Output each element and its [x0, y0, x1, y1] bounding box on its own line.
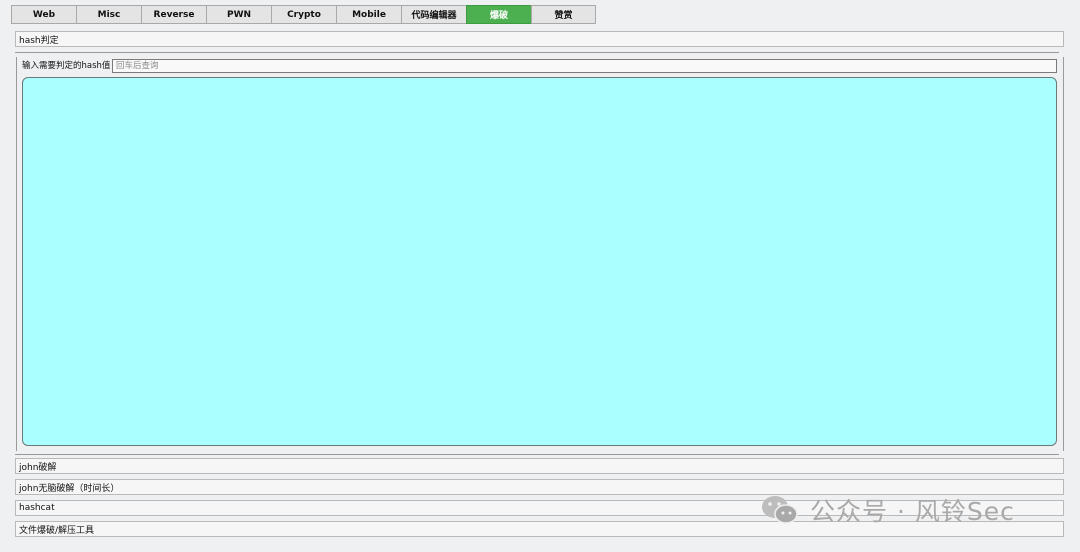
section-divider-top	[15, 52, 1059, 53]
tab-mobile[interactable]: Mobile	[336, 5, 401, 24]
tab-web[interactable]: Web	[11, 5, 76, 24]
tab-code-editor[interactable]: 代码编辑器	[401, 5, 466, 24]
tab-pwn[interactable]: PWN	[206, 5, 271, 24]
section-header-john-crack[interactable]: john破解	[15, 458, 1064, 474]
hash-input-label: 输入需要判定的hash值	[22, 61, 111, 71]
tab-brute-force[interactable]: 爆破	[466, 5, 531, 24]
section-header-hashcat[interactable]: hashcat	[15, 500, 1064, 516]
tab-misc[interactable]: Misc	[76, 5, 141, 24]
hash-result-area[interactable]	[22, 77, 1057, 446]
app-window: Web Misc Reverse PWN Crypto Mobile 代码编辑器…	[0, 0, 1080, 552]
section-header-hash-judge[interactable]: hash判定	[15, 31, 1064, 47]
hash-input[interactable]	[112, 59, 1057, 73]
tab-donate[interactable]: 赞赏	[531, 5, 596, 24]
tab-reverse[interactable]: Reverse	[141, 5, 206, 24]
tab-bar: Web Misc Reverse PWN Crypto Mobile 代码编辑器…	[11, 5, 596, 24]
section-divider-bottom	[15, 454, 1059, 455]
section-header-file-crack[interactable]: 文件爆破/解压工具	[15, 521, 1064, 537]
section-header-john-brute[interactable]: john无脑破解（时间长）	[15, 479, 1064, 495]
tab-crypto[interactable]: Crypto	[271, 5, 336, 24]
